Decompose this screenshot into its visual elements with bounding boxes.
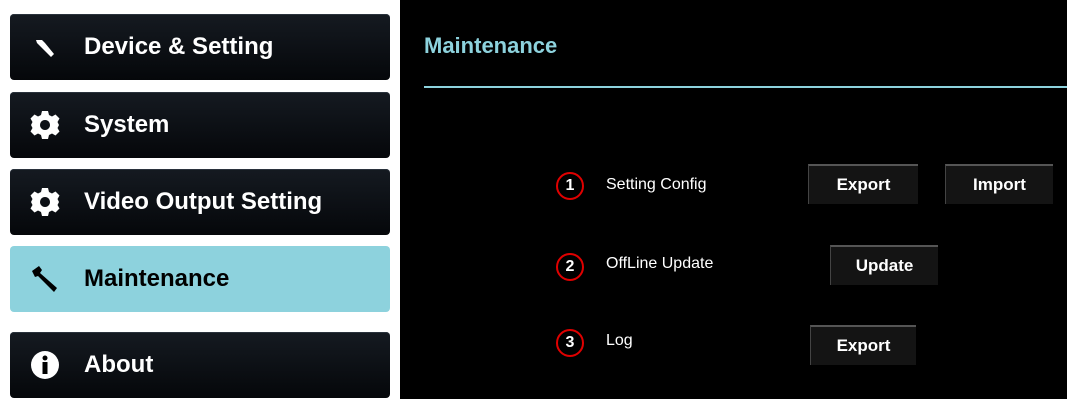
sidebar-item-video-output-setting[interactable]: Video Output Setting [10,169,390,235]
sidebar: Device & Setting System Video Output Set… [0,0,400,399]
sidebar-item-label: Maintenance [84,265,230,292]
step-marker: 2 [556,253,584,281]
sidebar-item-device-setting[interactable]: Device & Setting [10,14,390,80]
export-config-button[interactable]: Export [808,164,918,204]
page-title: Maintenance [424,33,558,58]
main-panel: Maintenance 1 Setting Config Export Impo… [400,0,1067,399]
sidebar-item-label: About [84,351,154,378]
log-label: Log [606,332,633,349]
info-icon [28,348,62,382]
import-config-button[interactable]: Import [945,164,1053,204]
sidebar-item-maintenance[interactable]: Maintenance [10,246,390,312]
sidebar-item-system[interactable]: System [10,92,390,158]
wrench-icon [28,30,62,64]
sidebar-item-label: Device & Setting [84,33,274,60]
gear-icon [28,108,62,142]
update-button[interactable]: Update [830,245,938,285]
step-marker: 3 [556,329,584,357]
step-marker: 1 [556,172,584,200]
sidebar-item-about[interactable]: About [10,332,390,398]
wrench-icon [28,262,62,296]
export-log-button[interactable]: Export [810,325,916,365]
sidebar-item-label: System [84,111,170,138]
title-divider [424,86,1067,88]
setting-config-label: Setting Config [606,176,707,193]
offline-update-label: OffLine Update [606,255,714,272]
sidebar-item-label: Video Output Setting [84,188,323,215]
gear-icon [28,185,62,219]
